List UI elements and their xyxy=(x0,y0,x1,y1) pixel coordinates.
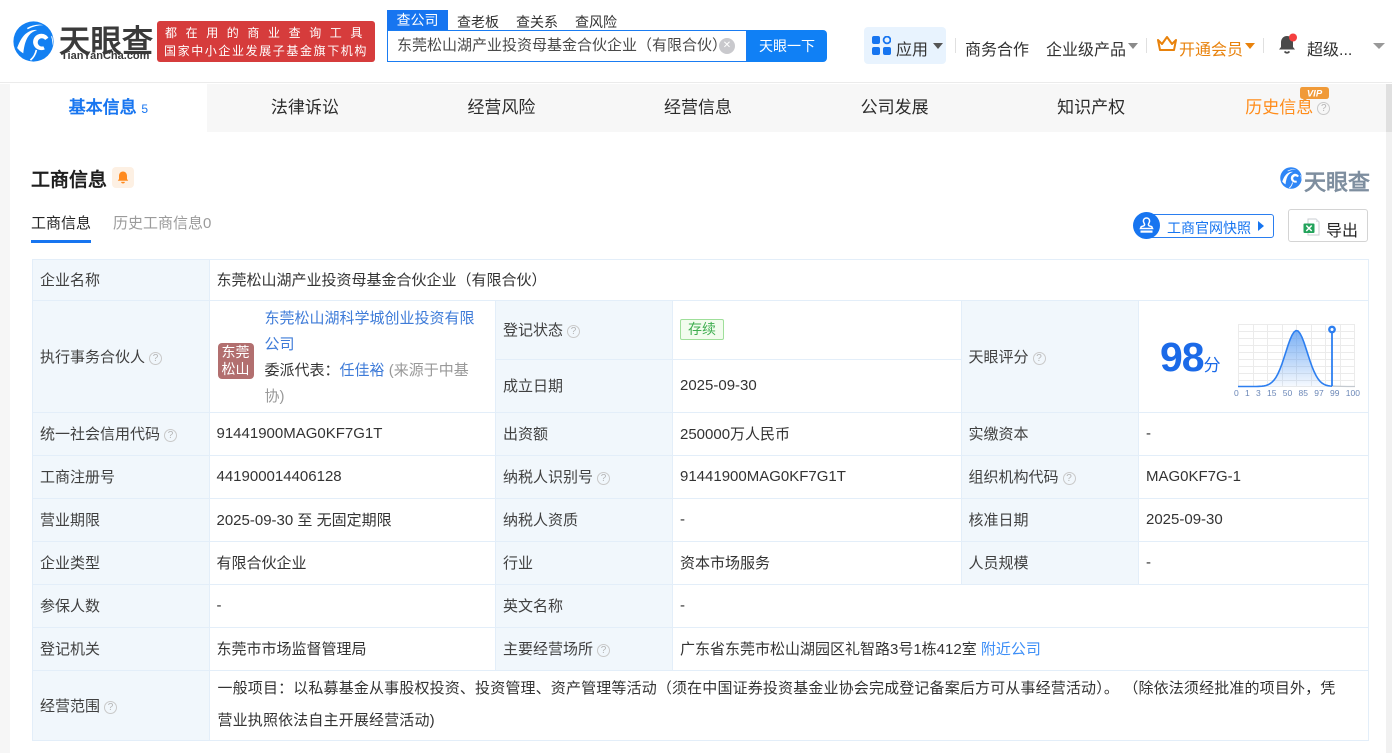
svg-text:VIP: VIP xyxy=(1307,89,1323,100)
